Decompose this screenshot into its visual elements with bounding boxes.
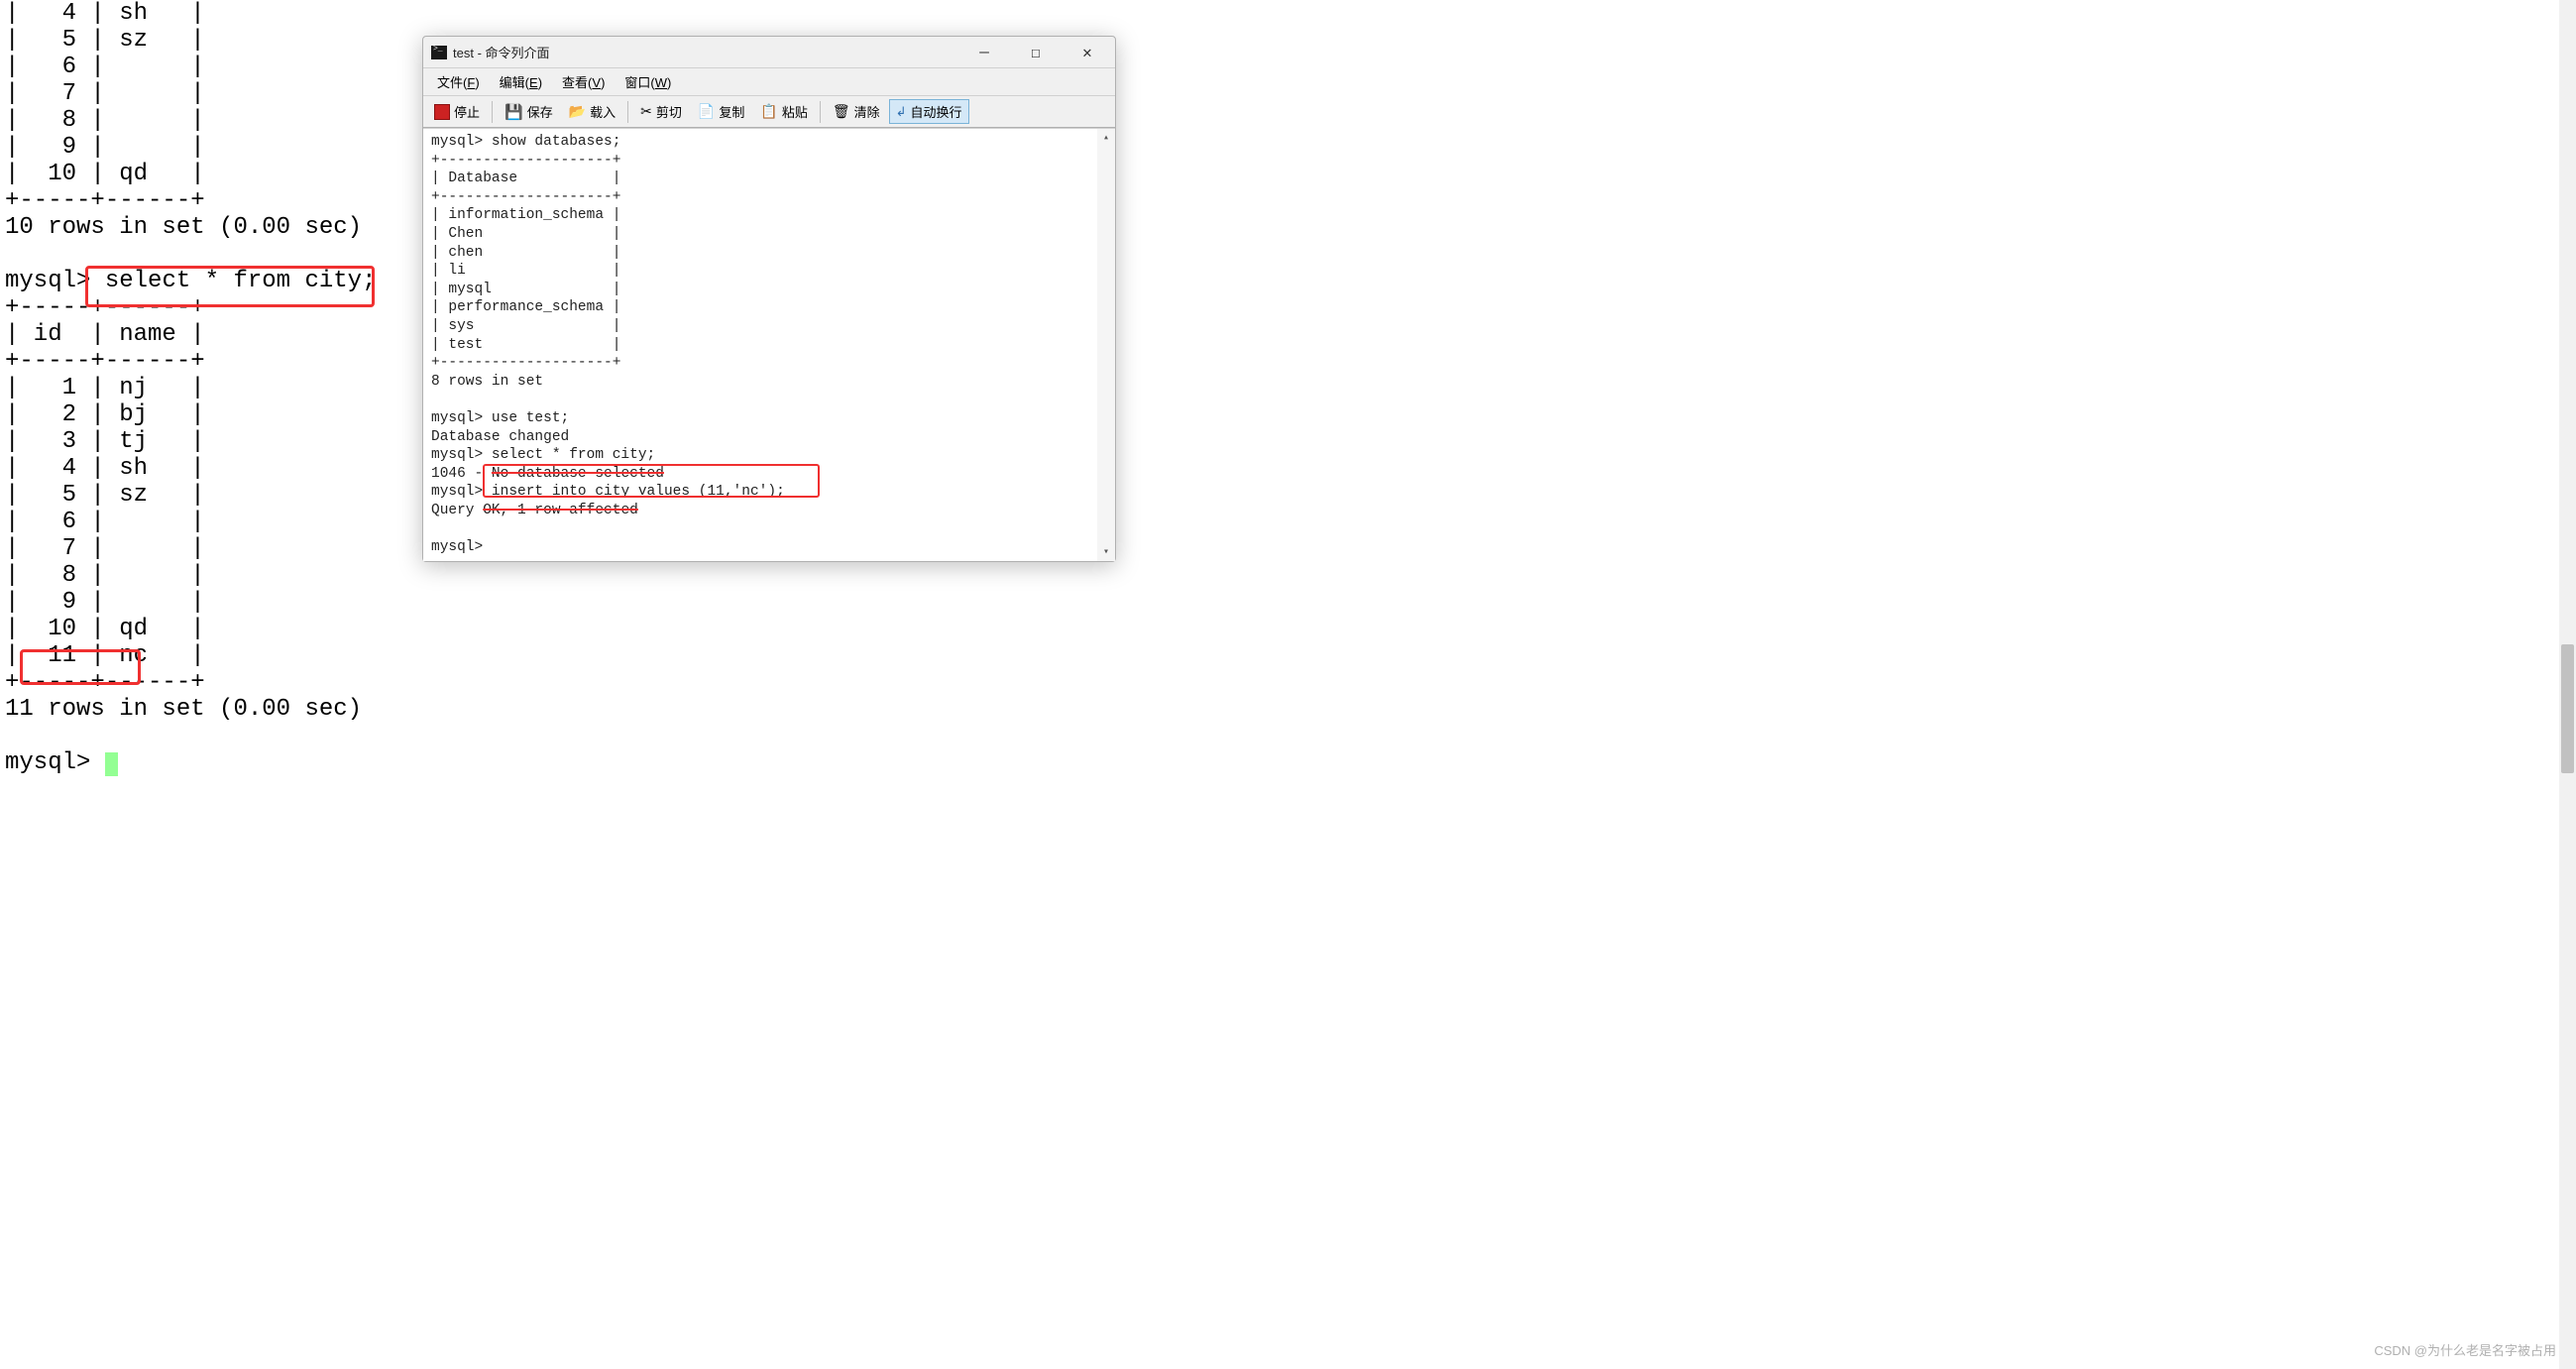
out-line: +--------------------+ — [431, 153, 620, 169]
wrap-icon: ↲ — [896, 104, 907, 120]
cut-icon: ✂ — [640, 103, 652, 120]
result-line: 11 rows in set (0.00 sec) — [5, 696, 362, 723]
out-line-pre: Query — [431, 503, 483, 518]
table-row: | 4 | sh | — [5, 455, 205, 482]
bg-line: | 7 | | — [5, 80, 205, 107]
out-line: +--------------------+ — [431, 189, 620, 205]
out-line: | li | — [431, 263, 620, 279]
highlight-new-row — [20, 649, 141, 685]
titlebar[interactable]: test - 命令列介面 — ☐ ✕ — [423, 37, 1115, 68]
bg-line: | 5 | sz | — [5, 27, 205, 54]
paste-icon: 📋 — [760, 103, 777, 120]
terminal-icon — [431, 46, 447, 59]
out-line: | performance_schema | — [431, 299, 620, 315]
cursor[interactable] — [105, 752, 118, 776]
bg-line: +-----+------+ — [5, 187, 205, 214]
out-line: | sys | — [431, 318, 620, 334]
copy-button[interactable]: 📄复制 — [691, 99, 751, 124]
bg-line: | 8 | | — [5, 107, 205, 134]
watermark: CSDN @为什么老是名字被占用 — [2374, 1340, 2556, 1359]
terminal-output[interactable]: mysql> show databases; +----------------… — [423, 129, 1097, 561]
table-row: | 6 | | — [5, 509, 205, 535]
save-button[interactable]: 💾保存 — [498, 99, 560, 124]
save-icon: 💾 — [504, 103, 523, 121]
out-line: +--------------------+ — [431, 355, 620, 371]
table-row: | 9 | | — [5, 589, 205, 616]
table-row: | 5 | sz | — [5, 482, 205, 509]
menu-edit[interactable]: 编辑(E) — [492, 70, 550, 93]
out-prompt: mysql> — [431, 539, 492, 555]
table-row: | 1 | nj | — [5, 375, 205, 401]
window-title: test - 命令列介面 — [453, 43, 970, 61]
scroll-up-icon[interactable]: ▴ — [1097, 129, 1115, 147]
cut-button[interactable]: ✂剪切 — [633, 99, 689, 124]
menubar: 文件(F) 编辑(E) 查看(V) 窗口(W) — [423, 68, 1115, 96]
highlight-insert-query — [483, 464, 820, 498]
bg-line: 10 rows in set (0.00 sec) — [5, 214, 362, 241]
trash-icon: 🗑 — [833, 103, 850, 120]
out-line: | test | — [431, 337, 620, 353]
stop-button[interactable]: 停止 — [427, 99, 487, 124]
bg-line: | 10 | qd | — [5, 161, 205, 187]
scrollbar-thumb[interactable] — [2561, 644, 2574, 773]
stop-icon — [434, 104, 450, 120]
minimize-button[interactable]: — — [970, 43, 998, 62]
folder-icon: 📂 — [569, 103, 586, 120]
page-scrollbar[interactable] — [2559, 0, 2576, 1369]
highlight-select-query — [85, 266, 375, 307]
maximize-button[interactable]: ☐ — [1022, 43, 1050, 62]
copy-icon: 📄 — [698, 103, 715, 120]
menu-file[interactable]: 文件(F) — [429, 70, 488, 93]
table-row: | 10 | qd | — [5, 616, 205, 642]
bg-line: | 4 | sh | — [5, 0, 205, 27]
out-line: | Database | — [431, 171, 620, 186]
table-row: | 3 | tj | — [5, 428, 205, 455]
out-line: | Chen | — [431, 226, 620, 242]
ok-struck: OK, 1 row affected — [483, 503, 638, 518]
table-row: | 2 | bj | — [5, 401, 205, 428]
bg-line: | 6 | | — [5, 54, 205, 80]
wrap-button[interactable]: ↲自动换行 — [889, 99, 969, 124]
bg-line: | id | name | — [5, 321, 205, 348]
out-line: 8 rows in set — [431, 374, 543, 390]
menu-window[interactable]: 窗口(W) — [616, 70, 679, 93]
paste-button[interactable]: 📋粘贴 — [753, 99, 814, 124]
mysql-prompt: mysql> — [5, 749, 105, 776]
out-line: mysql> show databases; — [431, 134, 620, 150]
content-area: mysql> show databases; +----------------… — [423, 128, 1115, 561]
out-line: | information_schema | — [431, 207, 620, 223]
out-line: | chen | — [431, 245, 620, 261]
table-row: | 7 | | — [5, 535, 205, 562]
out-line: mysql> use test; — [431, 410, 569, 426]
out-line: mysql> select * from city; — [431, 447, 655, 463]
close-button[interactable]: ✕ — [1073, 43, 1101, 62]
bg-line: +-----+------+ — [5, 348, 205, 375]
out-line: | mysql | — [431, 282, 620, 297]
content-scrollbar[interactable]: ▴ ▾ — [1097, 129, 1115, 561]
clear-button[interactable]: 🗑清除 — [826, 99, 887, 124]
menu-view[interactable]: 查看(V) — [554, 70, 613, 93]
table-row: | 8 | | — [5, 562, 205, 589]
command-window: test - 命令列介面 — ☐ ✕ 文件(F) 编辑(E) 查看(V) 窗口(… — [422, 36, 1116, 562]
toolbar: 停止 💾保存 📂载入 ✂剪切 📄复制 📋粘贴 🗑清除 ↲自动换行 — [423, 96, 1115, 128]
row11-post: | — [148, 642, 205, 669]
out-line: Database changed — [431, 429, 569, 445]
bg-line: | 9 | | — [5, 134, 205, 161]
scroll-down-icon[interactable]: ▾ — [1097, 543, 1115, 561]
load-button[interactable]: 📂载入 — [562, 99, 622, 124]
